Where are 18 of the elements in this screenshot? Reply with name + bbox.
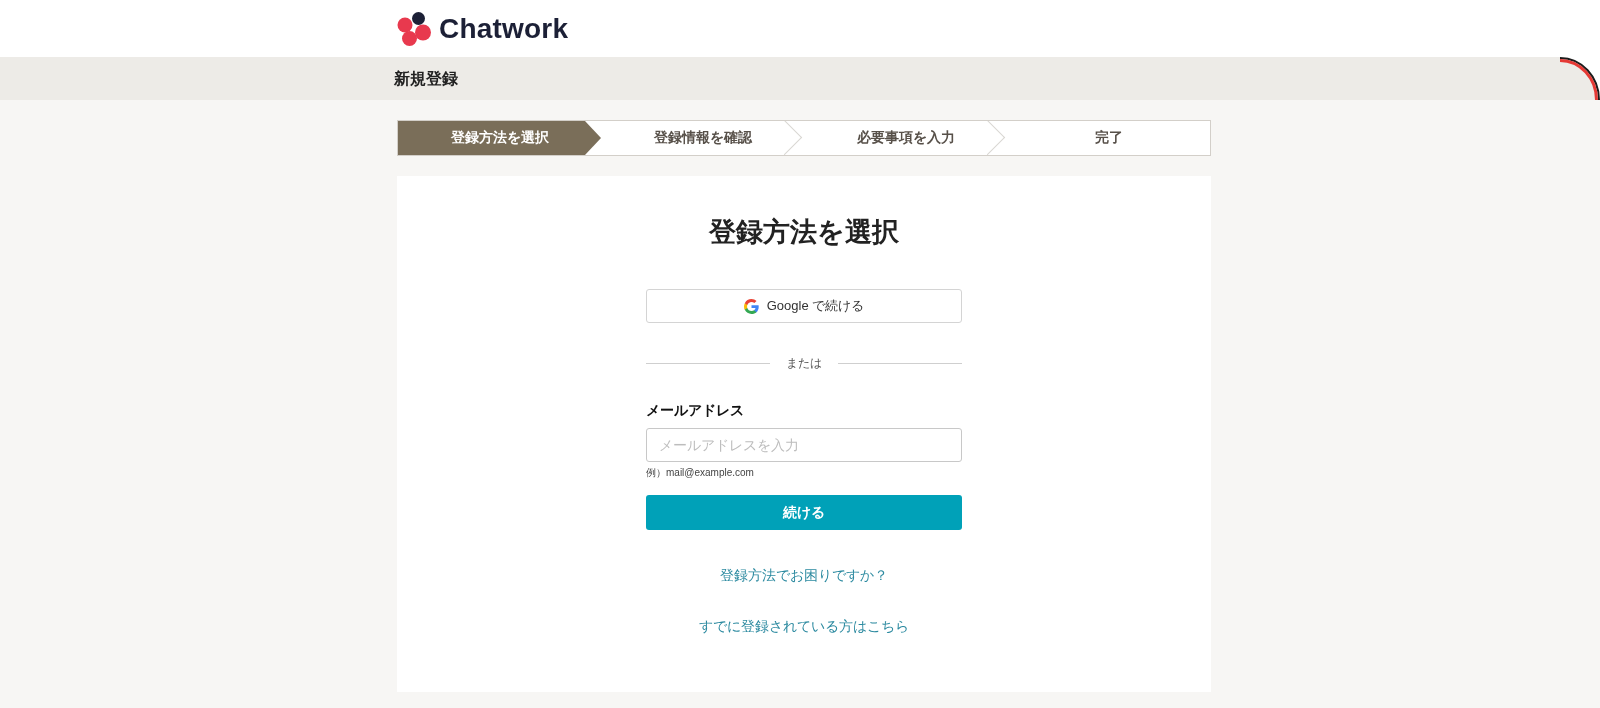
corner-curve-drawing bbox=[1560, 57, 1600, 100]
progress-step: 登録方法を選択 bbox=[398, 121, 601, 155]
progress-step: 完了 bbox=[1007, 121, 1210, 155]
divider-text: または bbox=[786, 355, 822, 372]
form-title: 登録方法を選択 bbox=[709, 216, 899, 249]
continue-button[interactable]: 続ける bbox=[646, 495, 962, 530]
google-g-icon bbox=[743, 298, 759, 314]
login-link[interactable]: すでに登録されている方はこちら bbox=[699, 619, 909, 634]
help-link[interactable]: 登録方法でお困りですか？ bbox=[720, 568, 888, 583]
email-field[interactable]: メールアドレスを入力 bbox=[646, 428, 962, 462]
google-signin-button[interactable]: Google で続ける bbox=[646, 289, 962, 323]
progress-step: 必要事項を入力 bbox=[804, 121, 1007, 155]
page-heading: 新規登録 bbox=[394, 68, 458, 89]
brand-name: Chatwork bbox=[439, 11, 569, 46]
progress-step: 登録情報を確認 bbox=[601, 121, 804, 155]
logo-icon bbox=[397, 11, 431, 46]
field-label: メールアドレス bbox=[646, 401, 745, 420]
field-hint: 例）mail@example.com bbox=[646, 466, 755, 480]
